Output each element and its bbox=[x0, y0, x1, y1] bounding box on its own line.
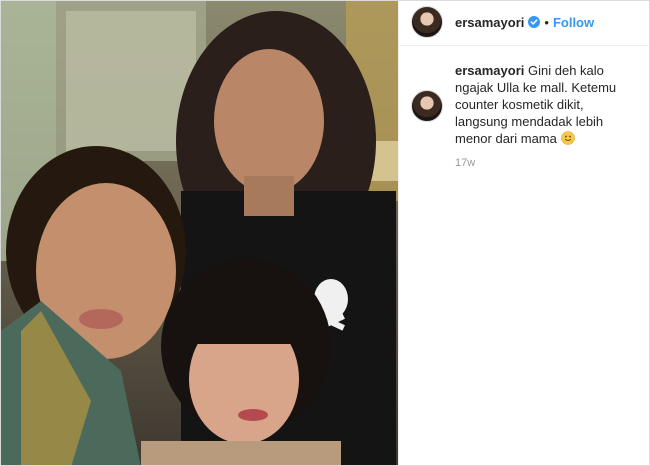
slightly-smiling-face-icon bbox=[560, 131, 575, 145]
separator-dot: • bbox=[544, 14, 549, 30]
comments-section: ersamayori Gini deh kalo ngajak Ulla ke … bbox=[399, 46, 649, 169]
caption-comment: ersamayori Gini deh kalo ngajak Ulla ke … bbox=[411, 62, 637, 147]
post-timestamp[interactable]: 17w bbox=[455, 157, 637, 169]
verified-badge-icon bbox=[528, 16, 541, 28]
avatar[interactable] bbox=[411, 6, 443, 38]
header-username[interactable]: ersamayori bbox=[455, 15, 524, 30]
post-photo[interactable] bbox=[1, 1, 398, 465]
caption-username[interactable]: ersamayori bbox=[455, 63, 524, 78]
post-sidebar: ersamayori • Follow ersamayori Gini deh … bbox=[398, 1, 649, 465]
caption-text: ersamayori Gini deh kalo ngajak Ulla ke … bbox=[455, 62, 637, 147]
follow-button[interactable]: Follow bbox=[553, 15, 594, 30]
caption-avatar[interactable] bbox=[411, 90, 443, 122]
photo-image bbox=[1, 1, 398, 465]
post-header: ersamayori • Follow bbox=[399, 0, 649, 46]
instagram-post: ersamayori • Follow ersamayori Gini deh … bbox=[0, 0, 650, 466]
